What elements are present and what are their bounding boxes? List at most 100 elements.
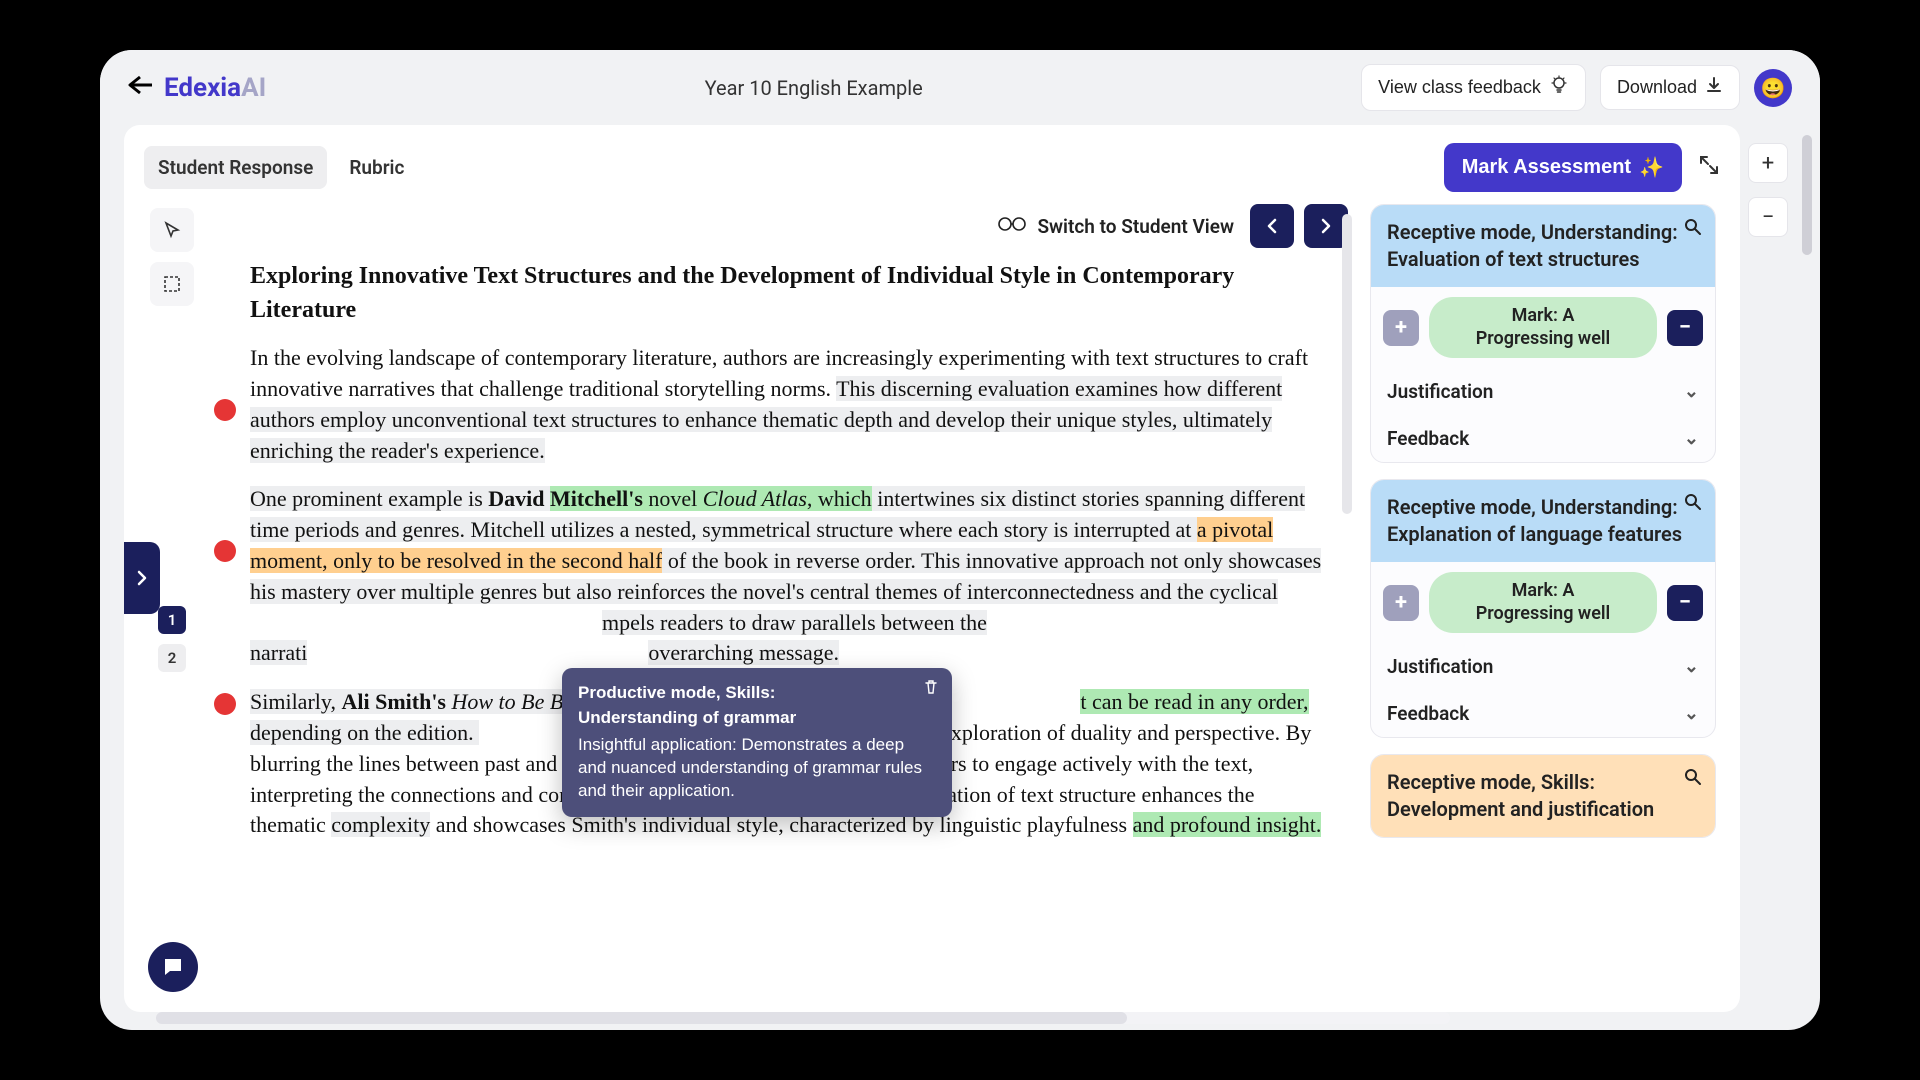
feedback-toggle[interactable]: Feedback ⌄ — [1371, 690, 1715, 737]
essay-body: Exploring Innovative Text Structures and… — [214, 260, 1356, 859]
sparkle-icon: ✨ — [1639, 155, 1664, 180]
justification-label: Justification — [1387, 380, 1493, 403]
mark-assessment-button[interactable]: Mark Assessment ✨ — [1444, 143, 1682, 192]
feedback-card-title: Receptive mode, Understanding: Explanati… — [1387, 495, 1682, 546]
prev-arrow-button[interactable] — [1250, 204, 1294, 248]
tab-row: Student Response Rubric Mark Assessment … — [144, 143, 1720, 192]
justification-toggle[interactable]: Justification ⌄ — [1371, 368, 1715, 415]
chevron-down-icon: ⌄ — [1684, 703, 1699, 724]
mark-status: Progressing well — [1476, 328, 1610, 349]
mark-row: + Mark: A Progressing well − — [1371, 562, 1715, 643]
feedback-label: Feedback — [1387, 427, 1469, 450]
chat-bubble-button[interactable] — [148, 942, 198, 992]
logo-text-ai: AI — [241, 73, 266, 103]
tabs: Student Response Rubric — [144, 146, 418, 189]
justification-label: Justification — [1387, 655, 1493, 678]
annotation-dot[interactable] — [214, 540, 236, 562]
switch-student-view-button[interactable]: Switch to Student View — [997, 215, 1234, 238]
highlight-span[interactable]: complexity — [331, 812, 430, 837]
tooltip-subtitle: Understanding of grammar — [578, 707, 936, 730]
essay-title: Exploring Innovative Text Structures and… — [250, 260, 1326, 327]
app-window: EdexiaAI Year 10 English Example View cl… — [100, 50, 1820, 1030]
topbar-left: EdexiaAI — [128, 73, 266, 103]
highlight-span[interactable]: of the book in reverse order. — [662, 548, 916, 573]
feedback-card-title: Receptive mode, Skills: Development and … — [1387, 770, 1654, 821]
tooltip-title: Productive mode, Skills: — [578, 682, 936, 705]
feedback-toggle[interactable]: Feedback ⌄ — [1371, 415, 1715, 462]
drawer-tab-button[interactable] — [124, 542, 160, 614]
increase-mark-button[interactable]: + — [1383, 310, 1419, 346]
logo: EdexiaAI — [164, 73, 266, 103]
glasses-icon — [997, 215, 1027, 238]
doc-scroll: Switch to Student View — [214, 204, 1356, 994]
highlight-span[interactable]: Mitchell's novel Cloud Atlas, which — [550, 486, 872, 511]
feedback-card-header: Receptive mode, Skills: Development and … — [1371, 755, 1715, 837]
main-area: Student Response Rubric Mark Assessment … — [100, 125, 1820, 1030]
delete-annotation-button[interactable] — [922, 678, 940, 702]
highlight-span[interactable]: overarching message. — [648, 640, 839, 665]
doc-row: 1 2 Switch to Student View — [144, 204, 1720, 994]
tooltip-body: Insightful application: Demonstrates a d… — [578, 734, 936, 803]
mark-pill: Mark: A Progressing well — [1429, 572, 1657, 633]
page-badge-1[interactable]: 1 — [158, 606, 186, 634]
cursor-tool-button[interactable] — [150, 208, 194, 252]
feedback-card: Receptive mode, Understanding: Evaluatio… — [1370, 204, 1716, 463]
feedback-card: Receptive mode, Understanding: Explanati… — [1370, 479, 1716, 738]
annotation-tooltip: Productive mode, Skills: Understanding o… — [562, 668, 952, 817]
decrease-mark-button[interactable]: − — [1667, 585, 1703, 621]
highlight-span[interactable]: mpels readers to draw parallels between … — [250, 610, 987, 666]
increase-mark-button[interactable]: + — [1383, 585, 1419, 621]
chevron-down-icon: ⌄ — [1684, 656, 1699, 677]
zoom-out-button[interactable]: − — [1748, 197, 1788, 237]
highlight-span[interactable]: t can be read in any order, — [1080, 689, 1308, 714]
tab-actions: Mark Assessment ✨ — [1444, 143, 1720, 192]
mark-grade: Mark: A — [1512, 305, 1575, 326]
avatar-emoji: 😀 — [1761, 76, 1786, 100]
download-icon — [1705, 76, 1723, 99]
chevron-down-icon: ⌄ — [1684, 428, 1699, 449]
search-icon[interactable] — [1683, 492, 1703, 519]
annotation-dot[interactable] — [214, 693, 236, 715]
switch-student-view-label: Switch to Student View — [1037, 215, 1234, 238]
back-arrow-icon[interactable] — [128, 75, 152, 101]
highlight-span[interactable]: and profound insight. — [1133, 812, 1322, 837]
avatar[interactable]: 😀 — [1754, 69, 1792, 107]
view-class-feedback-button[interactable]: View class feedback — [1361, 64, 1586, 111]
search-icon[interactable] — [1683, 217, 1703, 244]
mark-row: + Mark: A Progressing well − — [1371, 287, 1715, 368]
feedback-card-title: Receptive mode, Understanding: Evaluatio… — [1387, 220, 1678, 271]
doc-scrollbar-track[interactable] — [1342, 214, 1352, 514]
search-icon[interactable] — [1683, 767, 1703, 794]
top-bar: EdexiaAI Year 10 English Example View cl… — [100, 50, 1820, 125]
side-rail: + − — [1740, 125, 1796, 1012]
topbar-right: View class feedback Download 😀 — [1361, 64, 1792, 111]
annotation-dot[interactable] — [214, 399, 236, 421]
select-area-tool-button[interactable] — [150, 262, 194, 306]
highlight-span[interactable]: Similarly, Ali Smith's How to Be Bo — [250, 689, 574, 714]
logo-text-main: Edexia — [164, 73, 241, 103]
decrease-mark-button[interactable]: − — [1667, 310, 1703, 346]
nav-arrows — [1250, 204, 1348, 248]
mark-assessment-label: Mark Assessment — [1462, 156, 1631, 179]
chevron-down-icon: ⌄ — [1684, 381, 1699, 402]
mark-pill: Mark: A Progressing well — [1429, 297, 1657, 358]
feedback-card-header: Receptive mode, Understanding: Explanati… — [1371, 480, 1715, 562]
tab-student-response[interactable]: Student Response — [144, 146, 327, 189]
tab-rubric[interactable]: Rubric — [335, 146, 418, 189]
expand-icon[interactable] — [1698, 154, 1720, 182]
page-title: Year 10 English Example — [705, 76, 923, 100]
lightbulb-icon — [1549, 75, 1569, 100]
essay-paragraph: In the evolving landscape of contemporar… — [250, 343, 1326, 466]
feedback-card-header: Receptive mode, Understanding: Evaluatio… — [1371, 205, 1715, 287]
download-button[interactable]: Download — [1600, 65, 1740, 110]
content-panel: Student Response Rubric Mark Assessment … — [124, 125, 1740, 1012]
page-badge-2[interactable]: 2 — [158, 644, 186, 672]
highlight-span[interactable]: One prominent example is David — [250, 486, 550, 511]
zoom-in-button[interactable]: + — [1748, 143, 1788, 183]
highlight-span[interactable]: depending on the edition. — [250, 720, 479, 745]
feedback-panel: Receptive mode, Understanding: Evaluatio… — [1370, 204, 1720, 994]
doc-header: Switch to Student View — [214, 204, 1356, 248]
essay-paragraph: One prominent example is David Mitchell'… — [250, 484, 1326, 669]
justification-toggle[interactable]: Justification ⌄ — [1371, 643, 1715, 690]
mark-grade: Mark: A — [1512, 580, 1575, 601]
